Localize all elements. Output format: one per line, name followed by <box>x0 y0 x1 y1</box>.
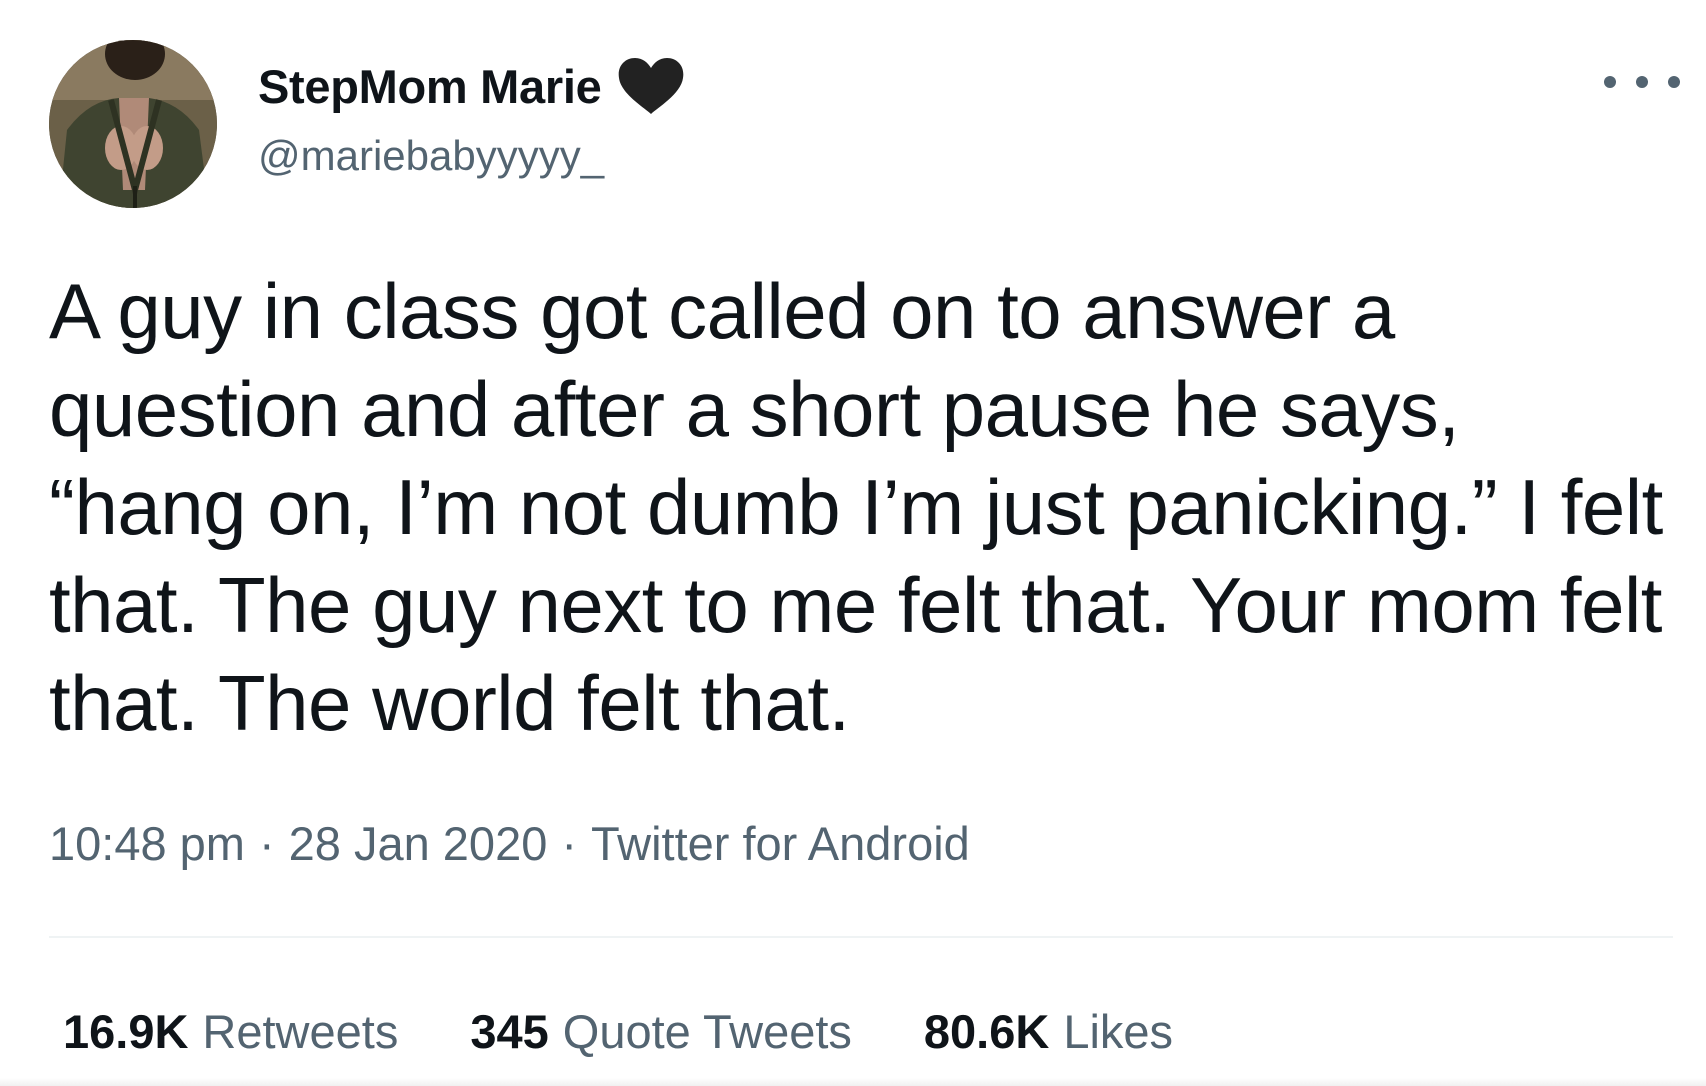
avatar[interactable] <box>49 40 217 208</box>
tweet-card: StepMom Marie @mariebabyyyyy_ A guy in c… <box>0 0 1706 1086</box>
more-dot-icon <box>1604 76 1616 88</box>
likes-stat[interactable]: 80.6K Likes <box>924 1004 1173 1059</box>
tweet-date[interactable]: 28 Jan 2020 <box>289 816 548 871</box>
meta-separator: · <box>561 817 578 870</box>
meta-separator: · <box>258 817 275 870</box>
author-header: StepMom Marie <box>258 56 687 116</box>
retweets-stat[interactable]: 16.9K Retweets <box>63 1004 398 1059</box>
tweet-source[interactable]: Twitter for Android <box>591 816 970 871</box>
retweets-label: Retweets <box>202 1005 399 1058</box>
quote-tweets-count: 345 <box>470 1005 549 1058</box>
quote-tweets-stat[interactable]: 345 Quote Tweets <box>470 1004 852 1059</box>
divider <box>49 936 1673 938</box>
more-dot-icon <box>1668 76 1680 88</box>
retweets-count: 16.9K <box>63 1005 189 1058</box>
engagement-stats: 16.9K Retweets 345 Quote Tweets 80.6K Li… <box>63 1004 1245 1059</box>
bottom-edge <box>0 1078 1706 1086</box>
likes-count: 80.6K <box>923 1005 1050 1058</box>
tweet-meta: 10:48 pm · 28 Jan 2020 · Twitter for And… <box>49 816 970 871</box>
likes-label: Likes <box>1063 1005 1174 1058</box>
profile-photo-icon <box>49 40 217 208</box>
author-handle[interactable]: @mariebabyyyyy_ <box>258 132 604 180</box>
tweet-text: A guy in class got called on to answer a… <box>49 267 1663 747</box>
quote-tweets-label: Quote Tweets <box>562 1005 852 1058</box>
author-display-name[interactable]: StepMom Marie <box>258 59 602 114</box>
more-dot-icon <box>1636 76 1648 88</box>
more-options-button[interactable] <box>1604 62 1680 102</box>
tweet-time[interactable]: 10:48 pm <box>49 816 245 871</box>
black-heart-icon <box>615 54 687 118</box>
